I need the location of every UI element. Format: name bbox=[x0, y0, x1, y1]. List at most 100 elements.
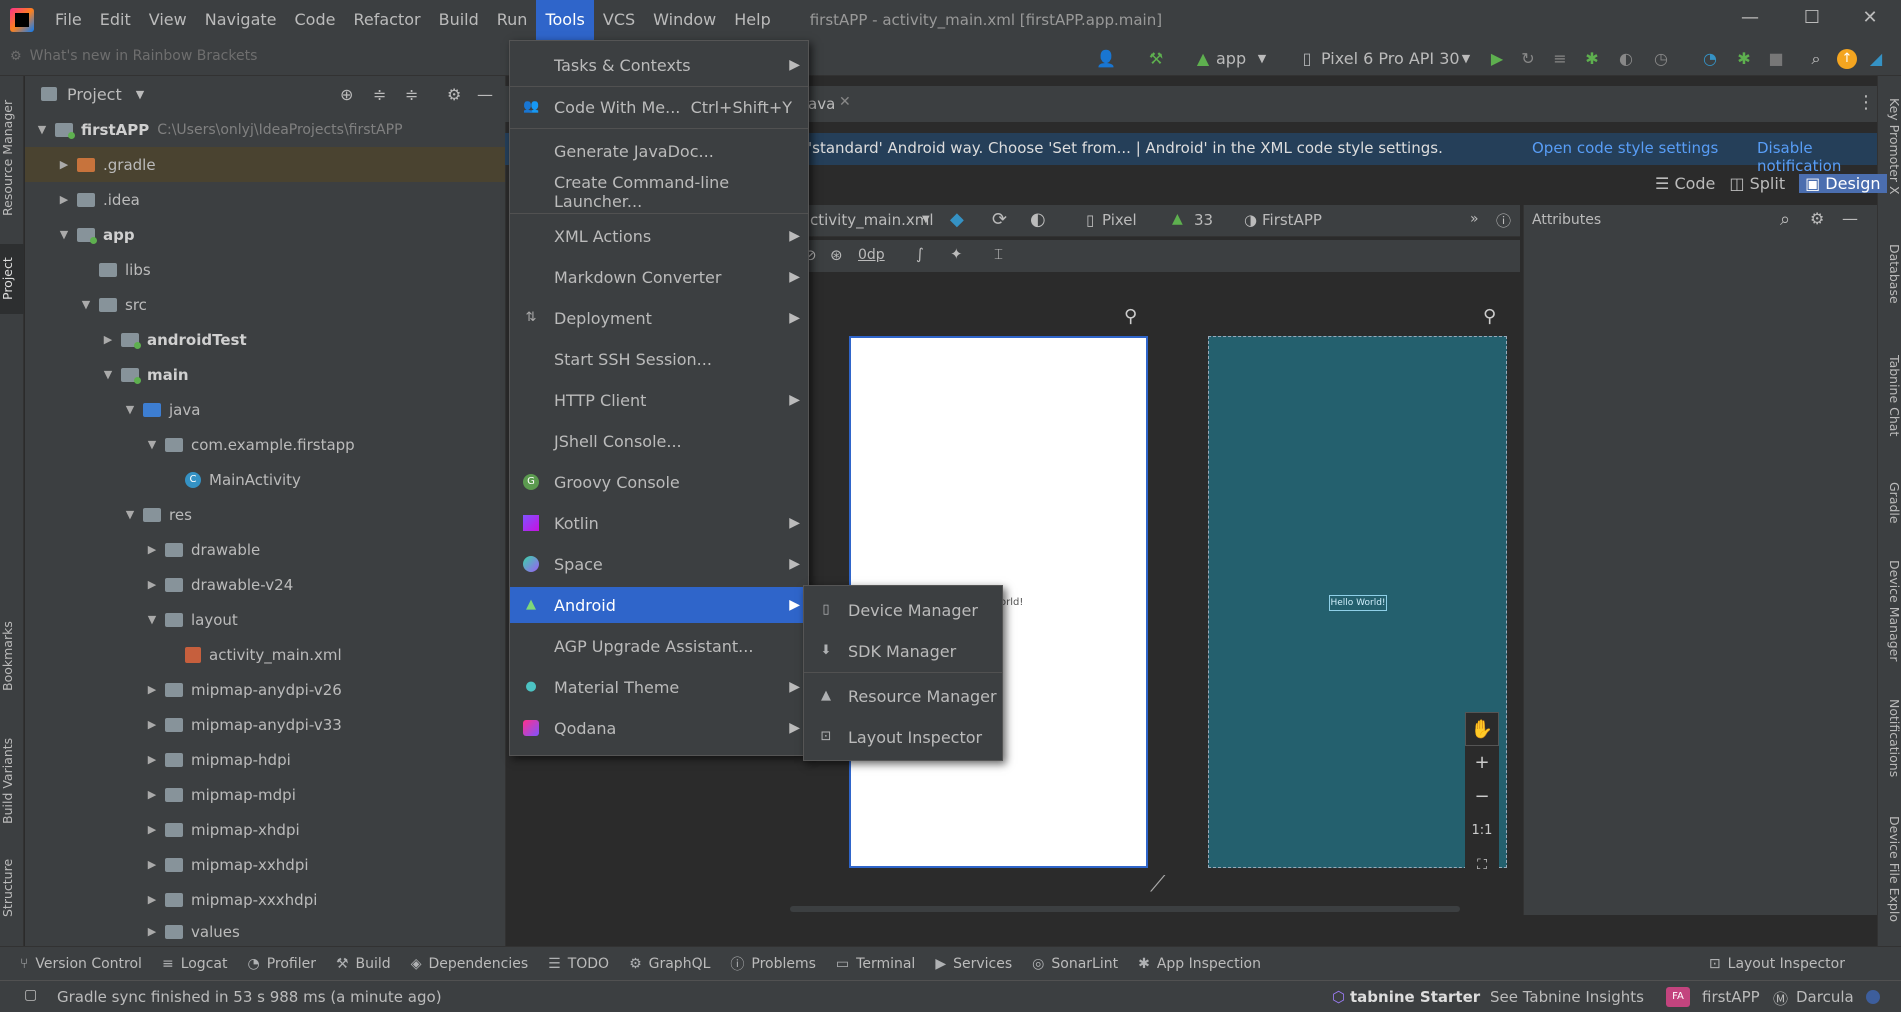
tree-row-mipmap-xxhdpi[interactable]: ▶ mipmap-xxhdpi bbox=[25, 847, 505, 882]
zoom-to-fit-icon[interactable]: ⛶ bbox=[1465, 848, 1499, 882]
submenu-item-sdk-manager[interactable]: ⬇ SDK Manager bbox=[804, 633, 1002, 669]
gradle-tab[interactable]: Gradle bbox=[1878, 468, 1901, 538]
menu-tools[interactable]: Tools bbox=[536, 0, 594, 40]
menu-item-android[interactable]: ▲ Android ▶ bbox=[510, 587, 808, 623]
apply-changes-icon[interactable]: ≡ bbox=[1550, 49, 1570, 69]
graphql-tab[interactable]: ⚙ GraphQL bbox=[629, 956, 710, 972]
tree-row-app[interactable]: ▼ app bbox=[25, 217, 505, 252]
split-view-button[interactable]: ◫ Split bbox=[1729, 174, 1785, 193]
menu-window[interactable]: Window bbox=[644, 0, 725, 40]
problems-tab[interactable]: ⓘ Problems bbox=[730, 954, 816, 974]
wrench-icon[interactable]: ⚲ bbox=[1124, 306, 1137, 327]
night-mode-icon[interactable]: ◐ bbox=[1030, 209, 1046, 230]
project-tab[interactable]: Project bbox=[0, 244, 24, 314]
expand-all-icon[interactable]: ≑ bbox=[373, 85, 386, 104]
attach-debugger-icon[interactable]: ◐ bbox=[1616, 49, 1636, 69]
update-icon[interactable]: ↑ bbox=[1837, 49, 1857, 69]
coverage-icon[interactable]: ◷ bbox=[1651, 49, 1671, 69]
tree-row-activity-main-xml[interactable]: activity_main.xml bbox=[25, 637, 505, 672]
device-select[interactable]: Pixel 6 Pro API 30 bbox=[1321, 49, 1460, 68]
chevron-down-icon[interactable]: ▼ bbox=[101, 368, 115, 381]
search-icon[interactable]: ⌕ bbox=[1806, 49, 1826, 69]
chevron-down-icon[interactable]: ▼ bbox=[57, 228, 71, 241]
menu-navigate[interactable]: Navigate bbox=[196, 0, 286, 40]
menu-item-groovy-console[interactable]: G Groovy Console bbox=[510, 464, 808, 500]
tree-row-mipmap-anydpi-v33[interactable]: ▶ mipmap-anydpi-v33 bbox=[25, 707, 505, 742]
tabnine-chat-tab[interactable]: Tabnine Chat bbox=[1878, 338, 1901, 453]
more-actions-icon[interactable]: » bbox=[1470, 211, 1479, 227]
wrench-icon[interactable]: ⚲ bbox=[1483, 306, 1496, 327]
hello-world-text[interactable]: orld! bbox=[1000, 597, 1023, 608]
vcs-user-icon[interactable]: 👤 bbox=[1096, 49, 1116, 69]
app-inspection-tab[interactable]: ✱ App Inspection bbox=[1138, 956, 1261, 972]
logcat-tab[interactable]: ≡ Logcat bbox=[162, 956, 228, 972]
chevron-right-icon[interactable]: ▶ bbox=[57, 193, 71, 206]
warning-icon[interactable]: ⓘ bbox=[1496, 210, 1511, 231]
chevron-down-icon[interactable]: ▼ bbox=[136, 88, 144, 101]
tree-row-androidtest[interactable]: ▶ androidTest bbox=[25, 322, 505, 357]
chevron-right-icon[interactable]: ▶ bbox=[57, 158, 71, 171]
chevron-right-icon[interactable]: ▶ bbox=[101, 333, 115, 346]
sonarlint-tab[interactable]: ◎ SonarLint bbox=[1032, 956, 1118, 972]
tree-row-mipmap-xhdpi[interactable]: ▶ mipmap-xhdpi bbox=[25, 812, 505, 847]
locate-icon[interactable]: ⊕ bbox=[340, 85, 353, 104]
menu-item-command-line-launcher[interactable]: Create Command-line Launcher... bbox=[510, 173, 808, 211]
close-icon[interactable]: ✕ bbox=[839, 94, 851, 110]
bookmarks-tab[interactable]: Bookmarks bbox=[0, 606, 24, 706]
menu-item-xml-actions[interactable]: XML Actions ▶ bbox=[510, 218, 808, 254]
resource-manager-tab[interactable]: Resource Manager bbox=[0, 88, 24, 228]
tree-row-package[interactable]: ▼ com.example.firstapp bbox=[25, 427, 505, 462]
menu-build[interactable]: Build bbox=[430, 0, 488, 40]
menu-code[interactable]: Code bbox=[286, 0, 345, 40]
chevron-right-icon[interactable]: ▶ bbox=[145, 543, 159, 556]
version-control-tab[interactable]: ⑂ Version Control bbox=[20, 956, 142, 972]
submenu-item-device-manager[interactable]: ▯ Device Manager bbox=[804, 592, 1002, 628]
menu-item-jshell-console[interactable]: JShell Console... bbox=[510, 423, 808, 459]
guidelines-icon[interactable]: ⌶ bbox=[994, 245, 1003, 263]
tree-row-main[interactable]: ▼ main bbox=[25, 357, 505, 392]
menu-item-http-client[interactable]: HTTP Client ▶ bbox=[510, 382, 808, 418]
menu-view[interactable]: View bbox=[140, 0, 196, 40]
profiler-icon[interactable]: ◔ bbox=[1700, 49, 1720, 69]
collapse-all-icon[interactable]: ≑ bbox=[405, 85, 418, 104]
design-surface-icon[interactable]: ◆ bbox=[950, 209, 964, 230]
tree-row-drawable[interactable]: ▶ drawable bbox=[25, 532, 505, 567]
device-manager-tab[interactable]: Device Manager bbox=[1878, 552, 1901, 670]
project-view-select[interactable]: Project bbox=[67, 85, 122, 104]
menu-file[interactable]: File bbox=[46, 0, 91, 40]
chevron-down-icon[interactable]: ▼ bbox=[145, 613, 159, 626]
gear-icon[interactable]: ⚙ bbox=[447, 85, 461, 104]
project-name[interactable]: firstAPP bbox=[1702, 988, 1760, 1006]
chevron-right-icon[interactable]: ▶ bbox=[145, 788, 159, 801]
device-preview-select[interactable]: Pixel bbox=[1102, 211, 1137, 229]
tree-row-mipmap-hdpi[interactable]: ▶ mipmap-hdpi bbox=[25, 742, 505, 777]
clear-constraints-icon[interactable]: ∫ bbox=[916, 245, 924, 263]
open-code-style-settings-link[interactable]: Open code style settings bbox=[1532, 139, 1718, 157]
maximize-button[interactable]: ☐ bbox=[1784, 0, 1840, 40]
submenu-item-resource-manager[interactable]: ▲ Resource Manager bbox=[804, 678, 1002, 714]
chevron-right-icon[interactable]: ▶ bbox=[145, 718, 159, 731]
whats-new-link[interactable]: ⚙ What's new in Rainbow Brackets bbox=[10, 48, 257, 64]
chevron-right-icon[interactable]: ▶ bbox=[145, 925, 159, 938]
tabnine-status[interactable]: tabnine Starter bbox=[1350, 988, 1480, 1006]
tree-row-java[interactable]: ▼ java bbox=[25, 392, 505, 427]
notifications-tab[interactable]: Notifications bbox=[1878, 688, 1901, 788]
chevron-right-icon[interactable]: ▶ bbox=[145, 893, 159, 906]
chevron-down-icon[interactable]: ▼ bbox=[123, 508, 137, 521]
tree-row-src[interactable]: ▼ src bbox=[25, 287, 505, 322]
tree-row-mainactivity[interactable]: C MainActivity bbox=[25, 462, 505, 497]
rerun-icon[interactable]: ↻ bbox=[1518, 49, 1538, 69]
disable-notification-link[interactable]: Disable notification bbox=[1757, 139, 1877, 175]
orientation-icon[interactable]: ⟳ bbox=[992, 209, 1007, 230]
services-tab[interactable]: ▶ Services bbox=[935, 956, 1012, 972]
menu-vcs[interactable]: VCS bbox=[594, 0, 644, 40]
terminal-tab[interactable]: ▭ Terminal bbox=[836, 956, 915, 972]
menu-item-tasks-contexts[interactable]: Tasks & Contexts ▶ bbox=[510, 47, 808, 83]
chevron-down-icon[interactable]: ▼ bbox=[123, 403, 137, 416]
resize-handle-icon[interactable]: ⟋ bbox=[1150, 872, 1165, 897]
stop-icon[interactable]: ■ bbox=[1766, 49, 1786, 69]
autoconnect-icon[interactable]: ⊛ bbox=[830, 246, 843, 264]
more-tabs-icon[interactable]: ⋮ bbox=[1857, 92, 1875, 113]
default-margin-field[interactable]: 0dp bbox=[858, 247, 885, 263]
menu-item-generate-javadoc[interactable]: Generate JavaDoc... bbox=[510, 133, 808, 169]
